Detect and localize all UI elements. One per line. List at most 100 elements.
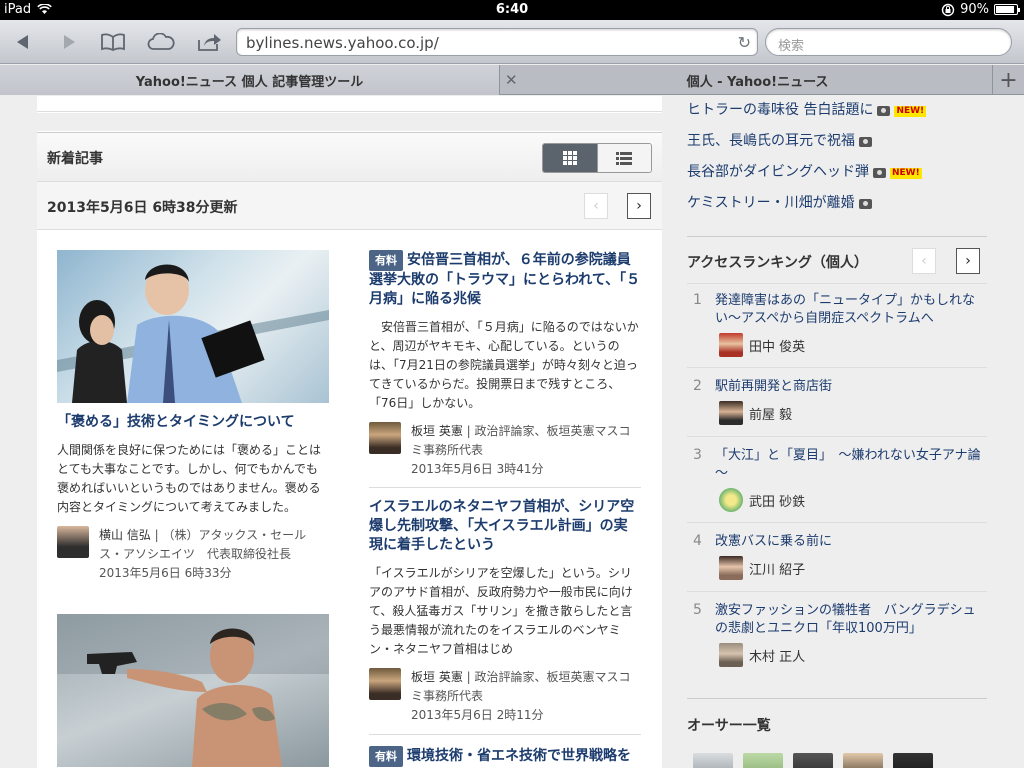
author-thumbnail[interactable] bbox=[693, 753, 733, 768]
topic-item[interactable]: 王氏、長嶋氏の耳元で祝福 bbox=[687, 131, 987, 162]
ranking-article-title[interactable]: 駅前再開発と商店街 bbox=[715, 378, 987, 396]
authors-header: オーサー一覧 bbox=[687, 698, 987, 742]
author-avatar bbox=[719, 643, 743, 667]
grid-view-button[interactable] bbox=[543, 144, 597, 172]
back-button[interactable] bbox=[6, 28, 40, 56]
address-bar[interactable]: bylines.news.yahoo.co.jp/ ↻ bbox=[236, 28, 758, 56]
prev-page-button[interactable]: ‹ bbox=[584, 193, 608, 219]
topic-title[interactable]: 王氏、長嶋氏の耳元で祝福 bbox=[687, 131, 855, 151]
author-avatar[interactable] bbox=[369, 668, 401, 700]
forward-button[interactable] bbox=[52, 28, 86, 56]
separator: | bbox=[462, 670, 475, 684]
new-tab-button[interactable]: + bbox=[992, 65, 1024, 95]
ranking-article-title[interactable]: 激安ファッションの犠牲者 バングラデシュの悲劇とユニクロ「年収100万円」 bbox=[715, 602, 987, 638]
article-title[interactable]: 「褒める」技術とタイミングについて bbox=[57, 412, 329, 432]
ranking-next-button[interactable]: › bbox=[956, 248, 980, 274]
search-field[interactable]: 検索 bbox=[765, 28, 1012, 56]
author-name[interactable]: 板垣 英憲 bbox=[411, 424, 463, 438]
article-card[interactable]: 「褒める」技術とタイミングについて 人間関係を良好に保つためには「褒める」ことは… bbox=[57, 250, 329, 583]
updated-time: 2013年5月6日 6時38分更新 bbox=[47, 200, 238, 216]
article-card[interactable]: イスラエルのネタニヤフ首相が、シリア空爆し先制攻撃、「大イスラエル計画」の実現に… bbox=[369, 498, 641, 725]
list-view-button[interactable] bbox=[596, 144, 651, 172]
article-time: 2013年5月6日 2時11分 bbox=[411, 708, 544, 722]
article-time: 2013年5月6日 6時33分 bbox=[99, 566, 232, 580]
section-title: 新着記事 bbox=[47, 151, 103, 167]
camera-icon bbox=[858, 199, 872, 209]
cloud-icon bbox=[147, 33, 175, 50]
author-thumbnail[interactable] bbox=[793, 753, 833, 768]
ranking-item[interactable]: 2 駅前再開発と商店街 前屋 毅 bbox=[687, 378, 987, 437]
author-thumbnail[interactable] bbox=[893, 753, 933, 768]
article-summary: 「イスラエルがシリアを空爆した」という。シリアのアサド首相が、反政府勢力や一般市… bbox=[369, 566, 633, 656]
ranking-author[interactable]: 武田 砂鉄 bbox=[719, 488, 805, 512]
article-title-text[interactable]: 環境技術・省エネ技術で世界戦略を bbox=[407, 748, 631, 764]
back-arrow-icon bbox=[17, 35, 28, 49]
ranking-item[interactable]: 3 「大江」と「夏目」 ～嫌われない女子アナ論～ 武田 砂鉄 bbox=[687, 447, 987, 523]
ranking-author[interactable]: 江川 紹子 bbox=[719, 556, 805, 580]
article-card[interactable]: 有料 安倍晋三首相が、６年前の参院議員選挙大敗の「トラウマ」にとらわれて、「５月病… bbox=[369, 250, 641, 479]
author-name: 前屋 毅 bbox=[749, 407, 793, 423]
author-name[interactable]: 板垣 英憲 bbox=[411, 670, 463, 684]
paid-badge: 有料 bbox=[369, 250, 403, 271]
tab-yahoo-news[interactable]: 個人 - Yahoo!ニュース bbox=[525, 65, 990, 95]
camera-icon bbox=[859, 137, 872, 147]
author-avatar[interactable] bbox=[57, 526, 89, 558]
plus-icon: + bbox=[999, 67, 1018, 93]
ranking-item[interactable]: 4 改憲バスに乗る前に 江川 紹子 bbox=[687, 533, 987, 592]
topic-item[interactable]: ケミストリー・川畑が離婚 bbox=[687, 193, 987, 224]
author-name[interactable]: 横山 信弘 bbox=[99, 528, 151, 542]
bookmarks-button[interactable] bbox=[96, 28, 130, 56]
author-avatar[interactable] bbox=[369, 422, 401, 454]
ranking-article-title[interactable]: 改憲バスに乗る前に bbox=[715, 533, 987, 551]
orientation-lock-icon bbox=[941, 3, 955, 16]
article-title[interactable]: 有料 環境技術・省エネ技術で世界戦略を bbox=[369, 746, 641, 767]
ranking-prev-button[interactable]: ‹ bbox=[912, 248, 936, 274]
topic-title[interactable]: 長谷部がダイビングヘッド弾 bbox=[687, 162, 869, 182]
close-tab-icon[interactable]: ✕ bbox=[505, 71, 518, 89]
ranking-author[interactable]: 前屋 毅 bbox=[719, 401, 792, 425]
section-header: 新着記事 bbox=[37, 132, 662, 182]
reload-icon[interactable]: ↻ bbox=[738, 33, 751, 52]
chevron-left-icon: ‹ bbox=[593, 198, 599, 214]
article-title[interactable]: イスラエルのネタニヤフ首相が、シリア空爆し先制攻撃、「大イスラエル計画」の実現に… bbox=[369, 498, 641, 555]
topic-item[interactable]: ヒトラーの毒味役 告白話題に NEW! bbox=[687, 100, 987, 131]
topic-title[interactable]: ケミストリー・川畑が離婚 bbox=[687, 193, 855, 213]
topic-item[interactable]: 長谷部がダイビングヘッド弾 NEW! bbox=[687, 162, 987, 193]
article-card[interactable] bbox=[57, 614, 329, 767]
search-placeholder: 検索 bbox=[778, 39, 805, 54]
article-card[interactable]: 有料 環境技術・省エネ技術で世界戦略を bbox=[369, 746, 641, 767]
list-icon bbox=[616, 151, 633, 165]
icloud-tabs-button[interactable] bbox=[144, 28, 178, 56]
article-photo[interactable] bbox=[57, 614, 329, 767]
ranking-header: アクセスランキング（個人） ‹ › bbox=[687, 236, 987, 284]
chevron-left-icon: ‹ bbox=[921, 253, 927, 269]
ranking-item[interactable]: 5 激安ファッションの犠牲者 バングラデシュの悲劇とユニクロ「年収100万円」 … bbox=[687, 602, 987, 678]
camera-icon bbox=[873, 168, 886, 178]
ranking-article-title[interactable]: 発達障害はあの「ニュータイプ」かもしれない～アスペから自閉症スペクトラムへ bbox=[715, 292, 987, 328]
article-photo[interactable] bbox=[57, 250, 329, 403]
ranking-article-title[interactable]: 「大江」と「夏目」 ～嫌われない女子アナ論～ bbox=[715, 447, 987, 483]
next-page-button[interactable]: › bbox=[627, 193, 651, 219]
article-author: 板垣 英憲 | 政治評論家、板垣英憲マスコミ事務所代表 2013年5月6日 2時… bbox=[369, 668, 641, 725]
article-title[interactable]: 有料 安倍晋三首相が、６年前の参院議員選挙大敗の「トラウマ」にとらわれて、「５月病… bbox=[369, 250, 641, 309]
author-thumbnail[interactable] bbox=[843, 753, 883, 768]
author-name: 田中 俊英 bbox=[749, 339, 806, 355]
ranking-item[interactable]: 1 発達障害はあの「ニュータイプ」かもしれない～アスペから自閉症スペクトラムへ … bbox=[687, 292, 987, 368]
grid-icon bbox=[562, 151, 577, 165]
topics-list: ヒトラーの毒味役 告白話題に NEW! 王氏、長嶋氏の耳元で祝福 長谷部がダイビ… bbox=[687, 100, 987, 224]
topic-title[interactable]: ヒトラーの毒味役 告白話題に bbox=[687, 100, 873, 120]
chevron-right-icon: › bbox=[636, 198, 642, 214]
view-toggle bbox=[542, 143, 652, 173]
tab-article-tool[interactable]: Yahoo!ニュース 個人 記事管理ツール bbox=[0, 65, 500, 95]
article-divider bbox=[369, 487, 641, 488]
ranking-author[interactable]: 木村 正人 bbox=[719, 643, 805, 667]
tab-label: Yahoo!ニュース 個人 記事管理ツール bbox=[135, 74, 364, 90]
article-title-text[interactable]: 安倍晋三首相が、６年前の参院議員選挙大敗の「トラウマ」にとらわれて、「５月病」に… bbox=[369, 252, 640, 307]
author-thumbnails bbox=[693, 753, 933, 768]
author-thumbnail[interactable] bbox=[743, 753, 783, 768]
article-author: 板垣 英憲 | 政治評論家、板垣英憲マスコミ事務所代表 2013年5月6日 3時… bbox=[369, 422, 641, 479]
share-icon bbox=[198, 34, 221, 51]
author-avatar bbox=[719, 401, 743, 425]
share-button[interactable] bbox=[192, 28, 226, 56]
ranking-author[interactable]: 田中 俊英 bbox=[719, 333, 805, 357]
